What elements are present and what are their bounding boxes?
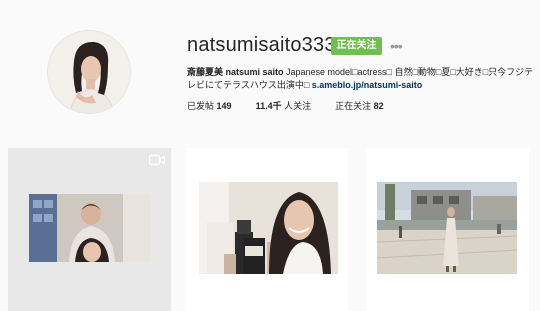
posts-count: 已发帖 149	[187, 99, 232, 112]
video-camera-icon	[149, 154, 165, 166]
following-value: 82	[373, 101, 384, 111]
profile-username: natsumisaito333	[187, 34, 336, 56]
more-options-icon[interactable]: •••	[390, 37, 406, 55]
post-video[interactable]	[8, 148, 171, 311]
post-thumbnail	[29, 194, 151, 262]
profile-bio: 斎藤夏美 natsumi saito Japanese model□actres…	[187, 66, 537, 92]
post-photo[interactable]	[185, 148, 348, 311]
bio-full-name: 斎藤夏美 natsumi saito	[187, 67, 284, 77]
following-label: 正在关注	[335, 101, 372, 111]
followers-value: 11.4千	[255, 101, 282, 111]
followers-label: 人关注	[284, 101, 312, 111]
following-count[interactable]: 正在关注 82	[335, 99, 384, 112]
posts-label: 已发帖	[187, 101, 215, 111]
followers-count[interactable]: 11.4千 人关注	[256, 99, 312, 112]
profile-avatar[interactable]	[47, 30, 131, 114]
profile-stats: 已发帖 149 11.4千 人关注 正在关注 82	[187, 99, 384, 112]
bio-link[interactable]: s.ameblo.jp/natsumi-saito	[312, 80, 423, 90]
posts-value: 149	[216, 101, 232, 111]
following-button[interactable]: 正在关注	[331, 37, 382, 55]
post-thumbnail	[199, 182, 338, 274]
post-photo[interactable]	[366, 148, 529, 311]
post-thumbnail	[377, 182, 517, 274]
